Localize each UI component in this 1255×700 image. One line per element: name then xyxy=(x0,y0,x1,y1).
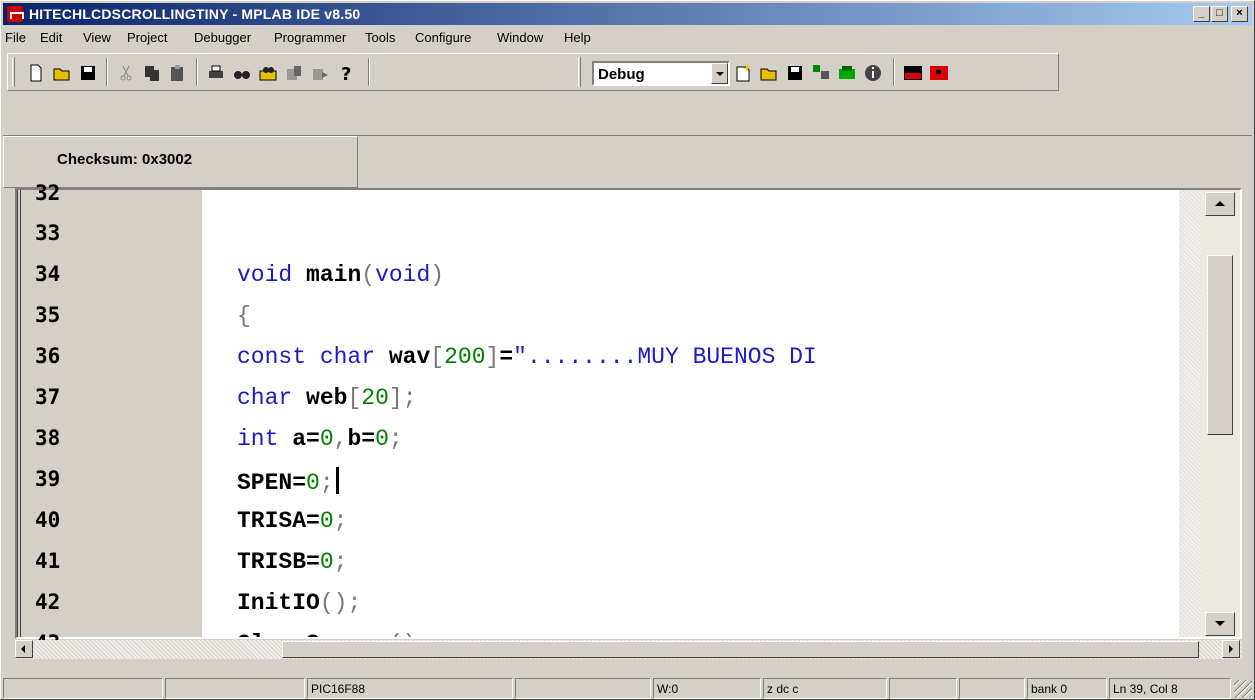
menu-configure[interactable]: Configure xyxy=(415,30,471,45)
print-icon[interactable] xyxy=(206,63,226,83)
status-pane-empty xyxy=(3,678,163,699)
editor-splitter[interactable] xyxy=(1179,190,1201,637)
window-title: HITECHLCDSCROLLINGTINY - MPLAB IDE v8.50 xyxy=(29,6,361,22)
status-pane-empty xyxy=(889,678,957,699)
line-number: 32 xyxy=(35,181,61,205)
save-icon[interactable] xyxy=(78,63,98,83)
code-line[interactable]: { xyxy=(237,303,251,329)
menu-tools[interactable]: Tools xyxy=(365,30,395,45)
paste-icon[interactable] xyxy=(168,63,188,83)
checksum-panel: Checksum: 0x3002 xyxy=(3,135,1252,188)
title-bar[interactable]: HITECHLCDSCROLLINGTINY - MPLAB IDE v8.50… xyxy=(3,3,1252,25)
menu-file[interactable]: File xyxy=(5,30,26,45)
build-configuration-select[interactable]: Debug xyxy=(592,61,730,86)
scroll-up-button[interactable] xyxy=(1205,192,1235,216)
info-icon[interactable] xyxy=(863,63,883,83)
line-number: 37 xyxy=(35,385,61,409)
status-flags: z dc c xyxy=(763,678,887,699)
new-file-icon[interactable] xyxy=(26,63,46,83)
code-line[interactable]: void main(void) xyxy=(237,262,444,288)
menu-window[interactable]: Window xyxy=(497,30,543,45)
status-wreg: W:0 xyxy=(653,678,761,699)
menu-view[interactable]: View xyxy=(83,30,111,45)
mplab-app-icon[interactable] xyxy=(7,6,24,22)
checksum-value: Checksum: 0x3002 xyxy=(57,151,193,168)
line-number: 35 xyxy=(35,303,61,327)
status-bank: bank 0 xyxy=(1027,678,1107,699)
toolbar-grip[interactable] xyxy=(12,57,15,87)
text-caret xyxy=(335,467,339,494)
vertical-scroll-thumb[interactable] xyxy=(1207,255,1233,435)
line-number: 33 xyxy=(35,221,61,245)
line-number: 41 xyxy=(35,549,61,573)
make-icon[interactable] xyxy=(837,63,857,83)
read-device-icon[interactable] xyxy=(929,63,949,83)
code-line[interactable]: const char wav[200]="........MUY BUENOS … xyxy=(237,344,817,370)
code-line[interactable]: InitIO(); xyxy=(237,590,361,616)
bookmark-next-icon[interactable] xyxy=(310,63,330,83)
scroll-left-button[interactable] xyxy=(15,640,33,658)
horizontal-scroll-thumb[interactable] xyxy=(282,641,1199,658)
scroll-down-button[interactable] xyxy=(1205,612,1235,636)
code-area[interactable]: void main(void) { const char wav[200]=".… xyxy=(203,190,1179,637)
menu-help[interactable]: Help xyxy=(564,30,591,45)
code-line[interactable]: TRISA=0; xyxy=(237,508,347,534)
line-number: 36 xyxy=(35,344,61,368)
menu-debugger[interactable]: Debugger xyxy=(194,30,251,45)
find-icon[interactable] xyxy=(232,63,252,83)
minimize-button[interactable]: _ xyxy=(1193,6,1210,22)
status-pane-empty xyxy=(165,678,305,699)
menu-programmer[interactable]: Programmer xyxy=(274,30,346,45)
toolbar-grip[interactable] xyxy=(578,57,581,87)
find-in-files-icon[interactable] xyxy=(258,63,278,83)
build-configuration-value: Debug xyxy=(598,66,645,83)
line-number: 38 xyxy=(35,426,61,450)
line-number: 40 xyxy=(35,508,61,532)
toolbar-separator xyxy=(893,58,895,86)
resize-grip[interactable] xyxy=(1234,680,1252,698)
toolbar-separator xyxy=(196,58,198,86)
maximize-button[interactable]: □ xyxy=(1211,6,1228,22)
code-line[interactable]: SPEN=0; xyxy=(237,467,339,496)
status-pane-empty xyxy=(515,678,651,699)
status-device: PIC16F88 xyxy=(307,678,513,699)
menu-project[interactable]: Project xyxy=(127,30,167,45)
help-icon[interactable]: ? xyxy=(336,63,356,83)
mplab-window: HITECHLCDSCROLLINGTINY - MPLAB IDE v8.50… xyxy=(0,0,1255,700)
line-number: 39 xyxy=(35,467,61,491)
build-icon[interactable] xyxy=(811,63,831,83)
code-editor[interactable]: 32 33 34 35 36 37 38 39 40 41 42 43 void… xyxy=(15,181,1242,655)
close-button[interactable]: × xyxy=(1231,6,1248,22)
code-line[interactable]: int a=0,b=0; xyxy=(237,426,403,452)
toolbar-separator xyxy=(368,58,370,86)
program-device-icon[interactable] xyxy=(903,63,923,83)
code-line[interactable]: char web[20]; xyxy=(237,385,417,411)
line-number: 42 xyxy=(35,590,61,614)
status-position: Ln 39, Col 8 xyxy=(1109,678,1231,699)
open-folder-icon[interactable] xyxy=(52,63,72,83)
vertical-scrollbar[interactable] xyxy=(1201,190,1240,637)
menu-edit[interactable]: Edit xyxy=(40,30,62,45)
line-number-gutter: 32 33 34 35 36 37 38 39 40 41 42 43 xyxy=(17,181,202,655)
open-project-icon[interactable] xyxy=(759,63,779,83)
toolbar-separator xyxy=(106,58,108,86)
code-line[interactable]: ClearScreen(); xyxy=(237,631,430,637)
new-project-icon[interactable] xyxy=(733,63,753,83)
copy-icon[interactable] xyxy=(142,63,162,83)
cut-icon[interactable] xyxy=(116,63,136,83)
bookmark-icon[interactable] xyxy=(284,63,304,83)
line-number: 34 xyxy=(35,262,61,286)
menu-bar: File Edit View Project Debugger Programm… xyxy=(3,27,1252,49)
horizontal-scrollbar[interactable] xyxy=(15,640,1242,659)
svg-text:?: ? xyxy=(341,64,351,83)
save-project-icon[interactable] xyxy=(785,63,805,83)
chevron-down-icon[interactable] xyxy=(711,63,728,84)
code-line[interactable]: TRISB=0; xyxy=(237,549,347,575)
scroll-right-button[interactable] xyxy=(1222,640,1240,658)
main-toolbar: ? Debug xyxy=(7,53,1059,91)
status-bar: PIC16F88 W:0 z dc c bank 0 Ln 39, Col 8 xyxy=(3,678,1252,699)
status-pane-empty xyxy=(959,678,1025,699)
